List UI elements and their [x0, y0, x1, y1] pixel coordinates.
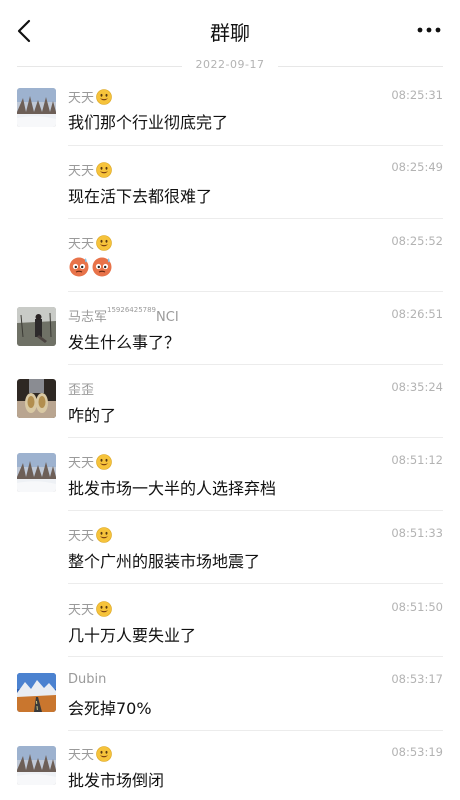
- message-time: 08:53:19: [391, 745, 443, 759]
- message-text: 批发市场倒闭: [68, 771, 165, 790]
- sender-name: 天天: [68, 87, 112, 106]
- message-time: 08:51:50: [391, 600, 443, 614]
- chat-message[interactable]: 天天 08:51:33 整个广州的服装市场地震了: [0, 523, 460, 585]
- smile-emoji-icon: [96, 89, 112, 105]
- sender-name: 天天: [68, 525, 112, 544]
- message-time: 08:53:17: [391, 672, 443, 686]
- smile-emoji-icon: [96, 601, 112, 617]
- chat-message[interactable]: Dubin 08:53:17 会死掉70%: [0, 670, 460, 732]
- message-time: 08:25:49: [391, 160, 443, 174]
- chat-message[interactable]: 天天 08:25:52: [0, 231, 460, 293]
- message-text: 会死掉70%: [68, 699, 152, 718]
- message-text: 发生什么事了？: [68, 333, 181, 352]
- separator: [68, 145, 443, 146]
- chat-message[interactable]: 马志军15926425789NCI 08:26:51 发生什么事了？: [0, 304, 460, 366]
- sweat-face-emoji-icon: [91, 255, 113, 277]
- smile-emoji-icon: [96, 527, 112, 543]
- separator: [68, 291, 443, 292]
- sender-name: 歪歪: [68, 383, 95, 398]
- message-text: 几十万人要失业了: [68, 626, 197, 645]
- chat-message[interactable]: 天天 08:51:12 批发市场一大半的人选择弃档: [0, 450, 460, 512]
- message-time: 08:25:52: [391, 234, 443, 248]
- message-text: 我们那个行业彻底完了: [68, 113, 229, 132]
- chat-message[interactable]: 天天 08:53:19 批发市场倒闭: [0, 743, 460, 800]
- avatar[interactable]: [17, 673, 56, 712]
- message-time: 08:25:31: [391, 88, 443, 102]
- smile-emoji-icon: [96, 235, 112, 251]
- sender-name: 天天: [68, 599, 112, 618]
- separator: [68, 510, 443, 511]
- separator: [68, 656, 443, 657]
- message-text: 咋的了: [68, 406, 117, 425]
- date-label: 2022-09-17: [195, 58, 265, 71]
- avatar[interactable]: [17, 453, 56, 492]
- sender-name: Dubin: [68, 672, 107, 687]
- sweat-face-emoji-icon: [68, 255, 90, 277]
- chat-message[interactable]: 歪歪 08:35:24 咋的了: [0, 377, 460, 439]
- message-time: 08:51:12: [391, 453, 443, 467]
- avatar[interactable]: [17, 746, 56, 785]
- avatar[interactable]: [17, 307, 56, 346]
- avatar[interactable]: [17, 379, 56, 418]
- separator: [68, 730, 443, 731]
- sender-name: 天天: [68, 233, 112, 252]
- sender-name: 天天: [68, 160, 112, 179]
- chat-message[interactable]: 天天 08:51:50 几十万人要失业了: [0, 597, 460, 659]
- message-text: 现在活下去都很难了: [68, 187, 213, 206]
- message-text: 整个广州的服装市场地震了: [68, 552, 261, 571]
- header-bar: 群聊: [0, 0, 460, 60]
- separator: [68, 218, 443, 219]
- separator: [68, 364, 443, 365]
- page-title: 群聊: [210, 21, 250, 45]
- date-divider: 2022-09-17: [0, 58, 460, 74]
- sender-name: 天天: [68, 452, 112, 471]
- sender-name: 马志军15926425789NCI: [68, 306, 179, 325]
- smile-emoji-icon: [96, 162, 112, 178]
- smile-emoji-icon: [96, 454, 112, 470]
- sender-name: 天天: [68, 744, 112, 763]
- chat-message[interactable]: 天天 08:25:31 我们那个行业彻底完了: [0, 84, 460, 146]
- message-emoji-content: [68, 255, 114, 281]
- divider-line: [278, 66, 443, 67]
- message-text: 批发市场一大半的人选择弃档: [68, 479, 277, 498]
- chat-message[interactable]: 天天 08:25:49 现在活下去都很难了: [0, 157, 460, 219]
- smile-emoji-icon: [96, 746, 112, 762]
- more-dots-icon[interactable]: [416, 20, 442, 40]
- separator: [68, 437, 443, 438]
- message-time: 08:51:33: [391, 526, 443, 540]
- avatar[interactable]: [17, 88, 56, 127]
- message-time: 08:26:51: [391, 307, 443, 321]
- separator: [68, 583, 443, 584]
- message-time: 08:35:24: [391, 380, 443, 394]
